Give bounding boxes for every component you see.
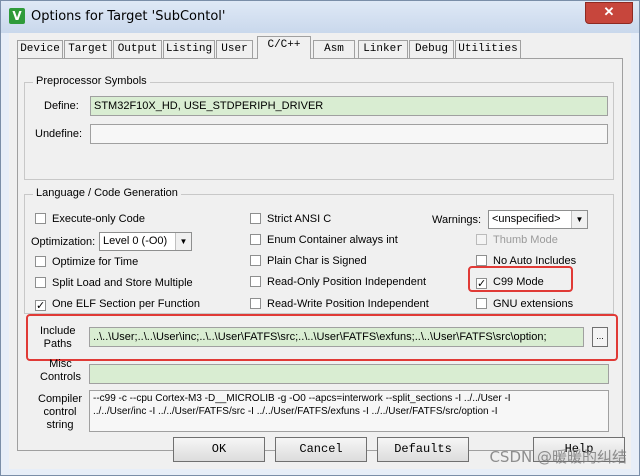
define-label: Define: <box>44 100 79 112</box>
one-elf-label: One ELF Section per Function <box>52 298 200 310</box>
plain-char-checkbox[interactable]: Plain Char is Signed <box>250 255 367 267</box>
compiler-control-string[interactable]: --c99 -c --cpu Cortex-M3 -D__MICROLIB -g… <box>89 390 609 432</box>
optimization-select[interactable]: Level 0 (-O0) ▼ <box>99 232 192 251</box>
compiler-line2: ../../User/inc -I ../../User/FATFS/src -… <box>93 406 498 417</box>
ro-pos-checkbox[interactable]: Read-Only Position Independent <box>250 276 426 288</box>
keil-app-icon: V <box>9 8 25 24</box>
tab-user[interactable]: User <box>216 40 253 58</box>
warnings-value: <unspecified> <box>492 213 561 225</box>
strict-ansi-label: Strict ANSI C <box>267 213 332 225</box>
checkbox-box[interactable] <box>476 255 487 266</box>
misc-controls-input[interactable] <box>89 364 609 384</box>
cancel-button[interactable]: Cancel <box>275 437 367 462</box>
title-bar[interactable]: V Options for Target 'SubContol' ✕ <box>1 1 639 33</box>
tab-asm[interactable]: Asm <box>313 40 355 58</box>
include-highlight-box <box>26 314 618 361</box>
misc-label-line2: Controls <box>40 371 81 383</box>
checkmark-icon[interactable]: ✓ <box>35 300 46 312</box>
checkbox-box[interactable] <box>250 213 261 224</box>
tab-device[interactable]: Device <box>17 40 63 58</box>
execute-only-checkbox[interactable]: Execute-only Code <box>35 213 145 225</box>
compiler-line1: --c99 -c --cpu Cortex-M3 -D__MICROLIB -g… <box>93 393 511 404</box>
rw-pos-checkbox[interactable]: Read-Write Position Independent <box>250 298 429 310</box>
define-input[interactable]: STM32F10X_HD, USE_STDPERIPH_DRIVER <box>90 96 608 116</box>
tab-utilities[interactable]: Utilities <box>455 40 521 58</box>
gnu-extensions-checkbox[interactable]: GNU extensions <box>476 298 573 310</box>
checkbox-box[interactable] <box>250 255 261 266</box>
compiler-label-line3: string <box>46 419 74 431</box>
split-load-label: Split Load and Store Multiple <box>52 277 193 289</box>
enum-container-checkbox[interactable]: Enum Container always int <box>250 234 398 246</box>
strict-ansi-checkbox[interactable]: Strict ANSI C <box>250 213 331 225</box>
optimization-label: Optimization: <box>31 236 96 248</box>
thumb-mode-label: Thumb Mode <box>493 234 558 246</box>
execute-only-label: Execute-only Code <box>52 213 145 225</box>
ok-button[interactable]: OK <box>173 437 265 462</box>
tab-c-cpp[interactable]: C/C++ <box>257 36 311 59</box>
undefine-label: Undefine: <box>35 128 83 140</box>
preprocessor-group: Preprocessor Symbols Define: STM32F10X_H… <box>24 75 614 180</box>
checkbox-box[interactable] <box>250 276 261 287</box>
defaults-button[interactable]: Defaults <box>377 437 469 462</box>
gnu-extensions-label: GNU extensions <box>493 298 574 310</box>
compiler-label-line2: control <box>43 406 77 418</box>
preprocessor-group-title: Preprocessor Symbols <box>33 75 150 87</box>
close-button[interactable]: ✕ <box>585 2 633 24</box>
enum-container-label: Enum Container always int <box>267 234 398 246</box>
thumb-mode-checkbox[interactable]: Thumb Mode <box>476 234 558 246</box>
split-load-checkbox[interactable]: Split Load and Store Multiple <box>35 277 193 289</box>
ro-pos-label: Read-Only Position Independent <box>267 276 426 288</box>
language-group-title: Language / Code Generation <box>33 187 181 199</box>
csdn-watermark: CSDN @暖暖的纠结 <box>489 448 627 466</box>
tab-output[interactable]: Output <box>113 40 162 58</box>
tab-listing[interactable]: Listing <box>163 40 215 58</box>
dropdown-arrow-icon[interactable]: ▼ <box>571 211 587 228</box>
warnings-label: Warnings: <box>432 214 482 226</box>
checkbox-box[interactable] <box>250 234 261 245</box>
c-cpp-tab-page: Preprocessor Symbols Define: STM32F10X_H… <box>17 58 623 451</box>
dropdown-arrow-icon[interactable]: ▼ <box>175 233 191 250</box>
options-dialog: V Options for Target 'SubContol' ✕ Devic… <box>0 0 640 476</box>
one-elf-checkbox[interactable]: ✓ One ELF Section per Function <box>35 298 200 312</box>
optimize-time-label: Optimize for Time <box>52 256 139 268</box>
checkbox-box[interactable] <box>35 277 46 288</box>
optimization-value: Level 0 (-O0) <box>103 235 168 247</box>
misc-controls-label: Misc Controls <box>40 358 81 384</box>
c99-highlight-box <box>468 266 573 292</box>
misc-label-line1: Misc <box>49 358 72 370</box>
tab-linker[interactable]: Linker <box>358 40 408 58</box>
compiler-label-line1: Compiler <box>38 393 83 405</box>
compiler-control-label: Compiler control string <box>38 393 82 432</box>
undefine-input[interactable] <box>90 124 608 144</box>
rw-pos-label: Read-Write Position Independent <box>267 298 429 310</box>
dialog-client: Device Target Output Listing User C/C++ … <box>9 33 631 469</box>
warnings-select[interactable]: <unspecified> ▼ <box>488 210 588 229</box>
optimize-time-checkbox[interactable]: Optimize for Time <box>35 256 138 268</box>
plain-char-label: Plain Char is Signed <box>267 255 367 267</box>
checkbox-box[interactable] <box>476 234 487 245</box>
tab-target[interactable]: Target <box>64 40 112 58</box>
checkbox-box[interactable] <box>250 298 261 309</box>
tab-debug[interactable]: Debug <box>409 40 454 58</box>
checkbox-box[interactable] <box>35 213 46 224</box>
window-title: Options for Target 'SubContol' <box>31 9 226 24</box>
checkbox-box[interactable] <box>35 256 46 267</box>
checkbox-box[interactable] <box>476 298 487 309</box>
